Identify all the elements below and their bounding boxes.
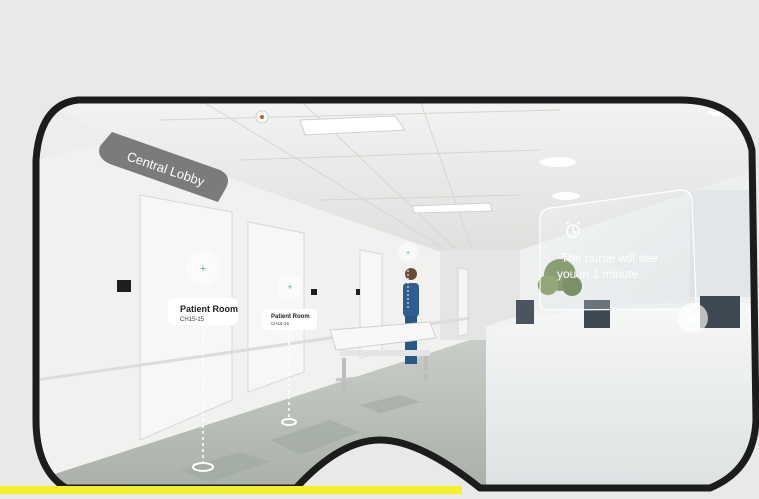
highlight-bar	[0, 486, 462, 494]
notification-line-1: The nurse will see	[561, 251, 658, 265]
room-card-title: Patient Room	[271, 314, 310, 320]
room-card-title: Patient Room	[180, 304, 238, 314]
vr-scene: Central Lobby + Patient Room CH15-15 + P…	[32, 96, 759, 492]
plus-icon: +	[287, 282, 292, 292]
confirm-dot-icon	[688, 313, 698, 323]
plus-icon: +	[200, 263, 206, 275]
room-card-code: CH15-16	[271, 321, 290, 326]
room-card-code: CH15-15	[180, 317, 205, 323]
notification-line-2: you in 1 minute.	[557, 267, 642, 281]
vr-viewport: Central Lobby + Patient Room CH15-15 + P…	[0, 0, 759, 494]
plus-icon: +	[406, 250, 410, 257]
